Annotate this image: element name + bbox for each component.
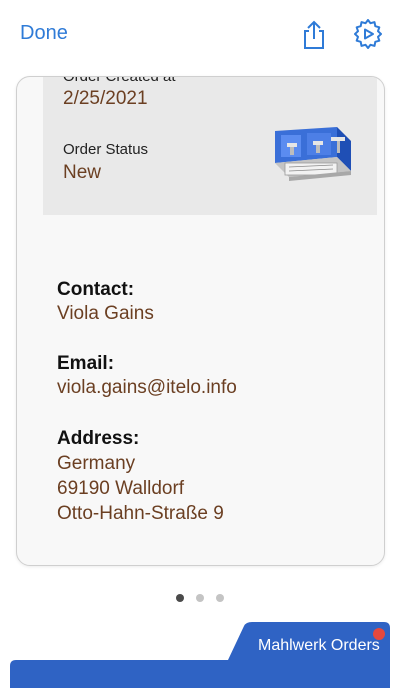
order-status-label: Order Status [63,141,149,158]
page-indicator[interactable] [176,594,224,604]
contact-value: Viola Gains [57,303,154,324]
order-card: Order Created at 2/25/2021 Order Status … [16,76,385,566]
address-line: Germany [57,453,136,474]
order-created-value: 2/25/2021 [63,88,148,109]
order-status-value: New [63,162,102,183]
address-line: Otto-Hahn-Straße 9 [57,503,224,524]
mahlwerk-orders-tab[interactable]: Mahlwerk Orders [258,637,380,655]
address-label: Address: [57,428,140,449]
settings-gear-icon[interactable] [353,19,383,49]
address-line: 69190 Walldorf [57,478,185,499]
page-dot[interactable] [176,594,184,602]
page-dot[interactable] [196,594,204,602]
email-value[interactable]: viola.gains@itelo.info [57,377,237,399]
share-icon[interactable] [300,20,328,50]
espresso-machine-image [275,127,351,181]
done-button[interactable]: Done [20,22,68,45]
navigation-bar: Done [0,0,400,70]
order-created-label: Order Created at [63,76,176,85]
email-label: Email: [57,353,115,374]
contact-label: Contact: [57,279,135,300]
page-dot[interactable] [216,594,224,602]
notification-badge [373,628,385,640]
order-info-box: Order Created at 2/25/2021 Order Status … [43,77,377,215]
